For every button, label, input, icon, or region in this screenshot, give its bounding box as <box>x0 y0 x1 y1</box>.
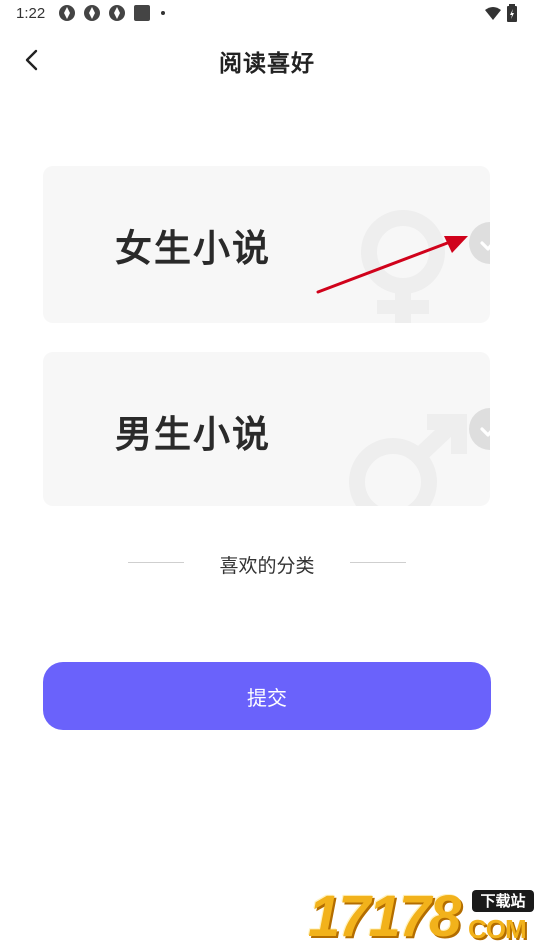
wifi-icon <box>485 7 501 20</box>
app-notification-icon <box>59 5 75 21</box>
battery-icon <box>507 4 517 22</box>
male-symbol-icon <box>349 414 467 506</box>
more-dot-icon <box>161 11 165 15</box>
submit-button[interactable]: 提交 <box>43 662 491 730</box>
annotation-arrow-icon <box>316 236 468 294</box>
status-time: 1:22 <box>16 5 46 22</box>
check-icon <box>480 427 490 437</box>
category-divider: 喜欢的分类 <box>128 548 406 578</box>
square-notification-icon <box>134 5 150 21</box>
page-title: 阅读喜好 <box>219 51 315 77</box>
app-notification-icon <box>84 5 100 21</box>
option-card-male[interactable]: 男生小说 <box>43 352 490 506</box>
status-bar: 1:22 <box>0 0 534 28</box>
site-watermark: 17178 下载站 COM <box>306 884 534 950</box>
option-label-female: 女生小说 <box>115 227 271 270</box>
watermark-badge: 下载站 <box>472 890 534 912</box>
title-bar: 阅读喜好 <box>0 28 534 92</box>
app-notification-icon <box>109 5 125 21</box>
watermark-domain: COM <box>468 914 527 944</box>
watermark-number: 17178 <box>308 884 461 949</box>
option-label-male: 男生小说 <box>115 413 271 456</box>
divider-label: 喜欢的分类 <box>219 555 315 577</box>
divider-line-right <box>350 562 406 563</box>
